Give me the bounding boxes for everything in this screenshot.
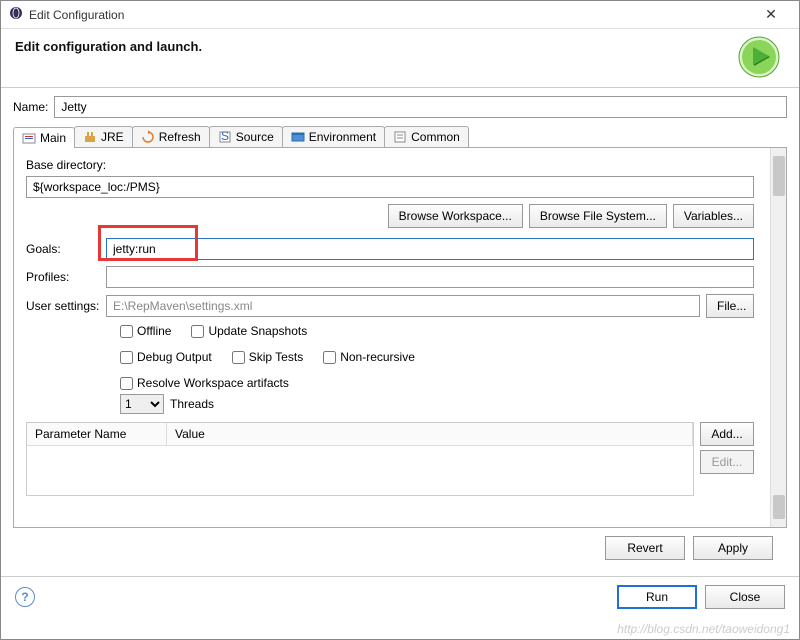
goals-row: Goals: (26, 238, 774, 260)
close-button[interactable]: ✕ (751, 6, 791, 23)
common-icon (393, 130, 407, 144)
base-dir-input[interactable] (26, 176, 754, 198)
base-dir-buttons: Browse Workspace... Browse File System..… (26, 204, 754, 228)
name-row: Name: (13, 96, 787, 118)
threads-label: Threads (170, 397, 214, 411)
parameter-table[interactable]: Parameter Name Value (26, 422, 694, 496)
browse-workspace-button[interactable]: Browse Workspace... (388, 204, 523, 228)
tab-common[interactable]: Common (384, 126, 469, 147)
non-recursive-checkbox[interactable]: Non-recursive (323, 350, 415, 364)
panel-footer-buttons: Revert Apply (13, 528, 787, 568)
dialog-header: Edit configuration and launch. (1, 29, 799, 87)
run-icon (737, 35, 781, 82)
svg-text:S: S (221, 130, 229, 143)
window-title: Edit Configuration (29, 8, 751, 22)
threads-row: 1 Threads (120, 394, 774, 414)
scroll-thumb[interactable] (773, 156, 785, 196)
main-panel: Base directory: Browse Workspace... Brow… (13, 148, 787, 528)
tabstrip: Main JRE Refresh S Source Environment Co… (13, 124, 787, 148)
tab-label: Common (411, 130, 460, 144)
tab-source[interactable]: S Source (209, 126, 283, 147)
goals-input[interactable] (106, 238, 754, 260)
source-icon: S (218, 130, 232, 144)
scroll-thumb[interactable] (773, 495, 785, 519)
offline-checkbox[interactable]: Offline (120, 324, 171, 338)
skip-tests-checkbox[interactable]: Skip Tests (232, 350, 303, 364)
tab-refresh[interactable]: Refresh (132, 126, 210, 147)
profiles-label: Profiles: (26, 270, 106, 284)
profiles-row: Profiles: (26, 266, 774, 288)
scrollbar[interactable] (770, 148, 786, 527)
revert-button[interactable]: Revert (605, 536, 685, 560)
checkbox-grid: Offline Update Snapshots Debug Output Sk… (120, 324, 520, 390)
dialog-heading: Edit configuration and launch. (15, 39, 785, 54)
help-icon[interactable]: ? (15, 587, 35, 607)
variables-button[interactable]: Variables... (673, 204, 754, 228)
watermark: http://blog.csdn.net/taoweidong1 (617, 622, 790, 636)
user-settings-input[interactable] (106, 295, 700, 317)
parameter-buttons: Add... Edit... (700, 422, 754, 496)
update-snapshots-checkbox[interactable]: Update Snapshots (191, 324, 307, 338)
debug-output-checkbox[interactable]: Debug Output (120, 350, 212, 364)
eclipse-icon (9, 6, 23, 23)
apply-button[interactable]: Apply (693, 536, 773, 560)
tab-label: Source (236, 130, 274, 144)
tab-label: Environment (309, 130, 376, 144)
parameter-header: Parameter Name Value (27, 423, 693, 446)
tab-label: Refresh (159, 130, 201, 144)
user-settings-row: User settings: File... (26, 294, 774, 318)
col-value: Value (167, 423, 693, 445)
resolve-workspace-checkbox[interactable]: Resolve Workspace artifacts (120, 376, 289, 390)
jre-icon (83, 130, 97, 144)
main-icon (22, 131, 36, 145)
environment-icon (291, 130, 305, 144)
col-parameter-name: Parameter Name (27, 423, 167, 445)
dialog-content: Name: Main JRE Refresh S Source Environm… (1, 87, 799, 576)
tab-environment[interactable]: Environment (282, 126, 385, 147)
edit-button: Edit... (700, 450, 754, 474)
parameter-section: Parameter Name Value Add... Edit... (26, 422, 754, 496)
run-button[interactable]: Run (617, 585, 697, 609)
user-settings-label: User settings: (26, 299, 106, 313)
tab-label: JRE (101, 130, 124, 144)
threads-select[interactable]: 1 (120, 394, 164, 414)
tab-main[interactable]: Main (13, 127, 75, 148)
name-input[interactable] (54, 96, 787, 118)
tab-jre[interactable]: JRE (74, 126, 133, 147)
name-label: Name: (13, 100, 48, 114)
add-button[interactable]: Add... (700, 422, 754, 446)
profiles-input[interactable] (106, 266, 754, 288)
browse-filesystem-button[interactable]: Browse File System... (529, 204, 667, 228)
titlebar: Edit Configuration ✕ (1, 1, 799, 29)
dialog-footer: ? Run Close (1, 576, 799, 617)
base-dir-label: Base directory: (26, 158, 774, 172)
goals-label: Goals: (26, 242, 106, 256)
tab-label: Main (40, 131, 66, 145)
refresh-icon (141, 130, 155, 144)
file-button[interactable]: File... (706, 294, 754, 318)
close-footer-button[interactable]: Close (705, 585, 785, 609)
